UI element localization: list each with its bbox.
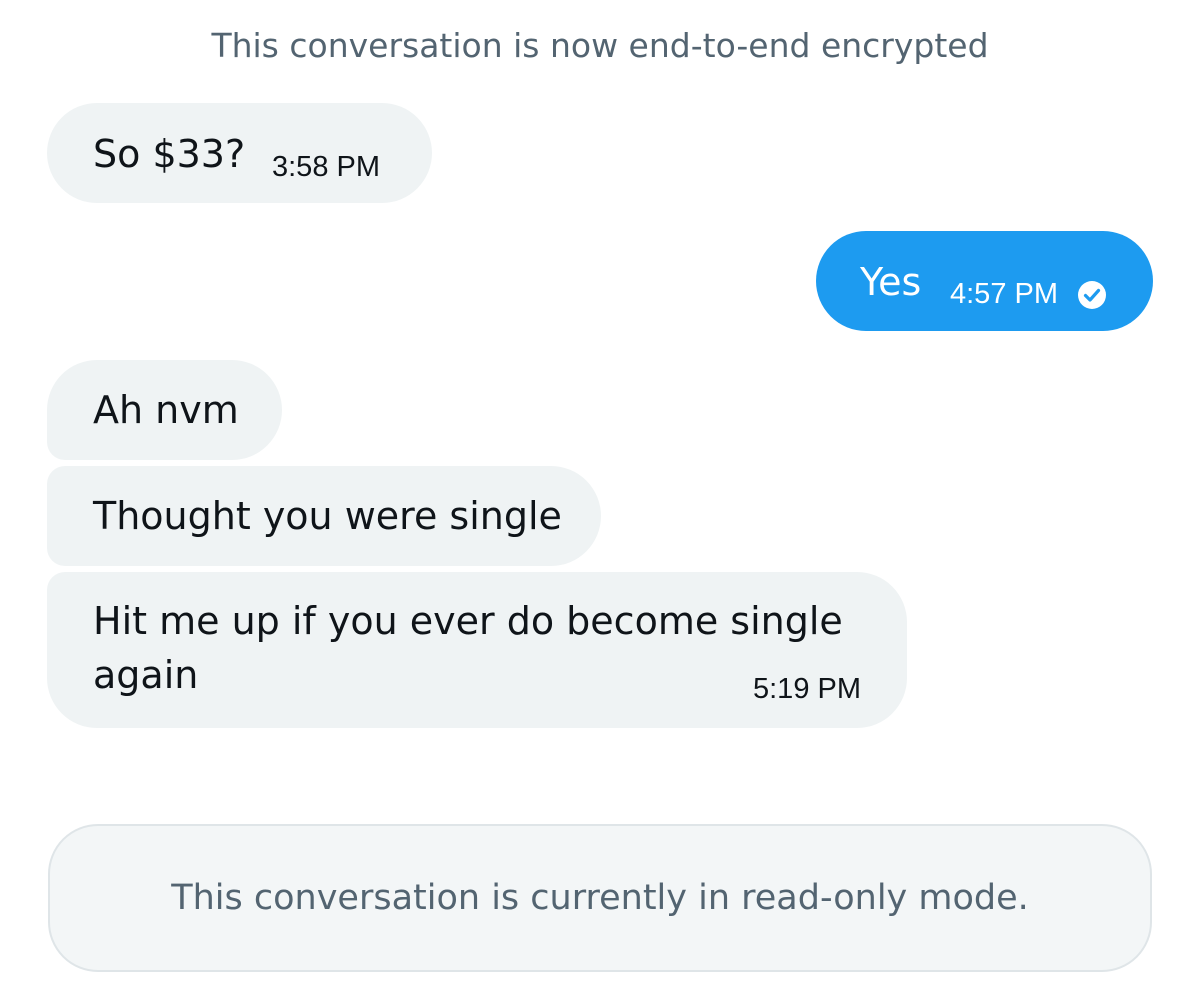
readonly-notice: This conversation is currently in read-o… [48,824,1152,972]
message-timestamp: 4:57 PM [950,278,1058,310]
message-received[interactable]: Hit me up if you ever do become single a… [47,572,907,728]
message-timestamp: 5:19 PM [753,673,861,705]
message-timestamp: 3:58 PM [272,151,380,183]
message-sent[interactable]: Yes 4:57 PM [816,231,1153,331]
message-text: Thought you were single [93,494,562,538]
message-received[interactable]: Thought you were single [47,466,601,566]
message-text: Yes [860,260,922,304]
message-received[interactable]: Ah nvm [47,360,282,460]
message-text: So $33? [93,132,246,176]
check-circle-icon [1078,281,1106,309]
encryption-notice: This conversation is now end-to-end encr… [211,26,989,65]
message-text: Ah nvm [93,388,239,432]
message-text: Hit me up if you ever do become single a… [93,599,843,697]
readonly-notice-text: This conversation is currently in read-o… [171,878,1029,918]
message-received[interactable]: So $33? 3:58 PM [47,103,432,203]
